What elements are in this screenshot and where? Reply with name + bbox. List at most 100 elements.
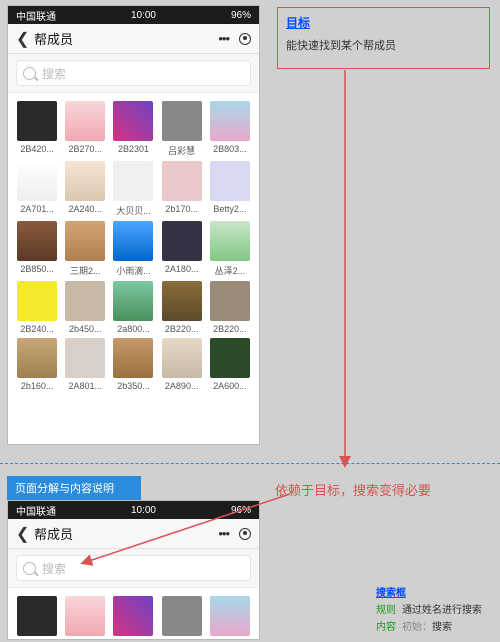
- member-cell[interactable]: 2B220...: [159, 281, 205, 334]
- avatar: [17, 338, 57, 378]
- avatar: [65, 101, 105, 141]
- member-name: Betty2...: [209, 204, 251, 214]
- search-info-box: 搜索框 规则 通过姓名进行搜索 内容 初始： 搜索: [376, 586, 496, 635]
- avatar: [162, 221, 202, 261]
- target-icon[interactable]: [239, 33, 251, 45]
- member-cell[interactable]: 2B420...: [14, 101, 60, 157]
- member-cell[interactable]: 小雨滴...: [110, 221, 156, 277]
- annotation-text: 依赖于目标，搜索变得必要: [275, 480, 431, 499]
- avatar: [17, 221, 57, 261]
- member-cell[interactable]: 2A600...: [207, 338, 253, 391]
- member-name: 2b170...: [161, 204, 203, 214]
- avatar: [210, 281, 250, 321]
- member-cell[interactable]: 2b450...: [62, 281, 108, 334]
- avatar: [210, 221, 250, 261]
- member-name: 2A240...: [64, 204, 106, 214]
- phone-mockup-2: 中国联通 10:00 96% ❮ 帮成员 ••• 搜索 2B420... 2B27…: [7, 500, 260, 640]
- avatar: [113, 338, 153, 378]
- member-name: 2B850...: [16, 264, 58, 274]
- member-cell[interactable]: 2b170...: [159, 161, 205, 217]
- avatar: [17, 101, 57, 141]
- avatar: [162, 161, 202, 201]
- back-icon[interactable]: ❮: [16, 524, 30, 544]
- avatar: [210, 596, 250, 636]
- content-label: 内容: [376, 620, 396, 635]
- more-icon[interactable]: •••: [218, 526, 229, 541]
- member-cell[interactable]: 2A801...: [62, 338, 108, 391]
- member-cell[interactable]: 2B2301: [110, 101, 156, 157]
- avatar: [65, 338, 105, 378]
- member-name: 2B803...: [209, 639, 251, 640]
- member-cell[interactable]: 吕彩慧: [159, 596, 205, 640]
- member-cell[interactable]: 吕彩慧: [159, 101, 205, 157]
- member-cell[interactable]: 2b350...: [110, 338, 156, 391]
- avatar: [113, 101, 153, 141]
- member-cell[interactable]: 丛泽2...: [207, 221, 253, 277]
- content-value: 搜索: [432, 620, 452, 635]
- avatar: [210, 161, 250, 201]
- member-name: 2A801...: [64, 381, 106, 391]
- goal-title: 目标: [286, 14, 481, 31]
- member-cell[interactable]: 2B240...: [14, 281, 60, 334]
- page-title: 帮成员: [34, 524, 73, 543]
- avatar: [162, 596, 202, 636]
- search-icon: [23, 67, 36, 80]
- member-name: 2A180...: [161, 264, 203, 274]
- content-sub: 初始：: [402, 620, 432, 635]
- member-cell[interactable]: 2B270...: [62, 101, 108, 157]
- avatar: [17, 596, 57, 636]
- rule-label: 规则: [376, 603, 396, 618]
- member-name: 大贝贝...: [112, 204, 154, 217]
- battery-label: 96%: [231, 10, 251, 21]
- avatar: [17, 161, 57, 201]
- member-cell[interactable]: 2B803...: [207, 101, 253, 157]
- clock-label: 10:00: [131, 505, 156, 516]
- avatar: [162, 101, 202, 141]
- search-input[interactable]: 搜索: [16, 60, 251, 86]
- avatar: [17, 281, 57, 321]
- member-cell[interactable]: 2B420...: [14, 596, 60, 640]
- target-icon[interactable]: [239, 528, 251, 540]
- avatar: [210, 101, 250, 141]
- member-cell[interactable]: 2B220...: [207, 281, 253, 334]
- more-icon[interactable]: •••: [218, 31, 229, 46]
- avatar: [113, 161, 153, 201]
- section-header: 页面分解与内容说明: [7, 476, 141, 500]
- goal-box: 目标 能快速找到某个帮成员: [277, 7, 490, 69]
- status-bar: 中国联通 10:00 96%: [8, 501, 259, 519]
- member-grid: 2B420... 2B270... 2B2301吕彩慧2B803... 2A701..…: [8, 93, 259, 399]
- member-cell[interactable]: 2B803...: [207, 596, 253, 640]
- avatar: [65, 221, 105, 261]
- member-cell[interactable]: 2A180...: [159, 221, 205, 277]
- member-cell[interactable]: 2A890...: [159, 338, 205, 391]
- avatar: [210, 338, 250, 378]
- arrow-down-icon: [330, 70, 360, 470]
- member-name: 2B270...: [64, 639, 106, 640]
- search-placeholder: 搜索: [42, 560, 66, 577]
- member-name: 吕彩慧: [161, 639, 203, 640]
- member-name: 2B270...: [64, 144, 106, 154]
- member-cell[interactable]: Betty2...: [207, 161, 253, 217]
- member-name: 丛泽2...: [209, 264, 251, 277]
- member-cell[interactable]: 2A701...: [14, 161, 60, 217]
- member-cell[interactable]: 三期2...: [62, 221, 108, 277]
- member-cell[interactable]: 2a800...: [110, 281, 156, 334]
- member-name: 2B220...: [209, 324, 251, 334]
- search-input[interactable]: 搜索: [16, 555, 251, 581]
- back-icon[interactable]: ❮: [16, 29, 30, 49]
- section-divider: [0, 463, 500, 464]
- avatar: [162, 281, 202, 321]
- member-cell[interactable]: 2B850...: [14, 221, 60, 277]
- member-cell[interactable]: 2B270...: [62, 596, 108, 640]
- battery-label: 96%: [231, 505, 251, 516]
- member-cell[interactable]: 2b160...: [14, 338, 60, 391]
- search-info-title: 搜索框: [376, 586, 496, 601]
- member-grid: 2B420... 2B270... 2B2301 吕彩慧 2B803...: [8, 588, 259, 640]
- member-cell[interactable]: 2A240...: [62, 161, 108, 217]
- avatar: [65, 596, 105, 636]
- member-cell[interactable]: 大贝贝...: [110, 161, 156, 217]
- member-cell[interactable]: 2B2301: [110, 596, 156, 640]
- rule-value: 通过姓名进行搜索: [402, 603, 482, 618]
- member-name: 2A701...: [16, 204, 58, 214]
- search-icon: [23, 562, 36, 575]
